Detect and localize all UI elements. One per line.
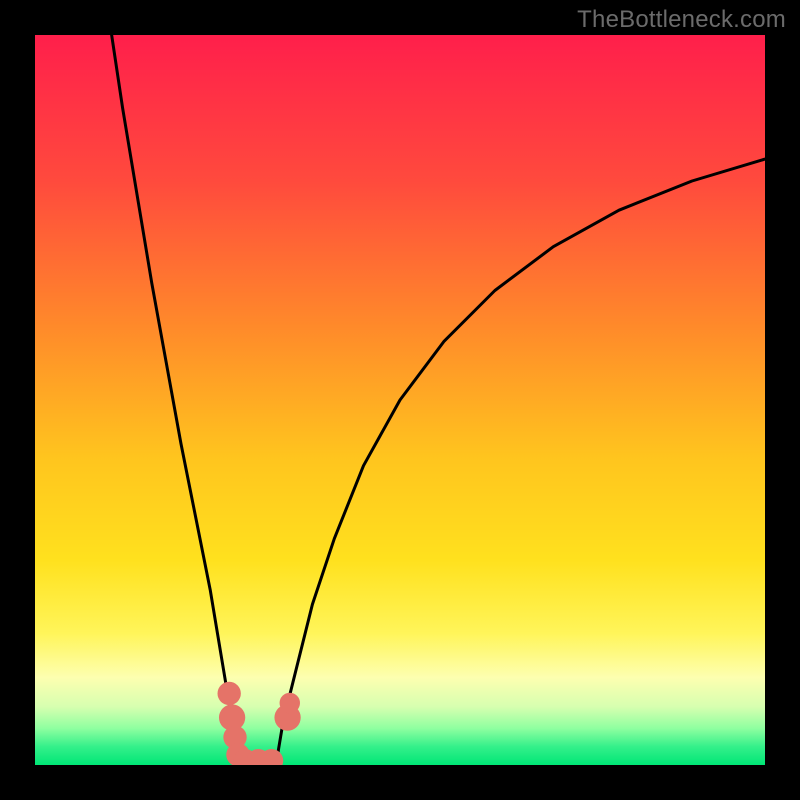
series-left-branch (112, 35, 238, 765)
watermark-text: TheBottleneck.com (577, 6, 786, 34)
chart-frame: TheBottleneck.com (0, 0, 800, 800)
series-right-branch (276, 159, 765, 765)
curve-layer (35, 35, 765, 765)
plot-area (35, 35, 765, 765)
marker-left-cluster-1 (218, 682, 241, 705)
marker-right-cluster-2 (280, 693, 300, 713)
